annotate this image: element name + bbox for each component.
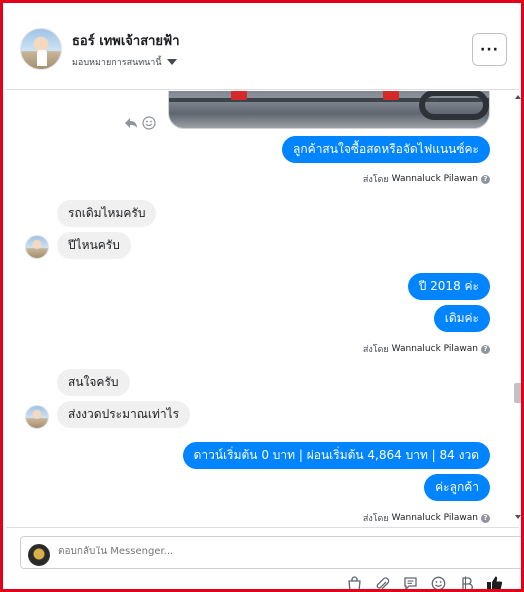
sender-name[interactable]: Wannaluck Pilawan [392, 174, 478, 184]
more-options-button[interactable]: ··· [472, 33, 507, 66]
more-icon: ··· [480, 41, 499, 58]
message-incoming[interactable]: สนใจครับ [57, 369, 130, 396]
shopping-bag-icon[interactable] [345, 574, 364, 589]
emoji-icon[interactable] [429, 574, 448, 589]
saved-reply-icon[interactable] [401, 574, 420, 589]
reply-input[interactable] [58, 546, 358, 557]
message-incoming[interactable]: ส่งงวดประมาณเท่าไร [57, 401, 191, 428]
page-avatar[interactable] [20, 28, 62, 70]
sender-name[interactable]: Wannaluck Pilawan [392, 513, 478, 523]
message-actions [124, 116, 156, 130]
like-icon[interactable] [485, 574, 504, 589]
sent-by-label: ส่งโดย Wannaluck Pilawan ? [363, 172, 490, 186]
smile-icon[interactable] [142, 116, 156, 130]
customer-avatar[interactable] [25, 405, 49, 429]
help-icon[interactable]: ? [481, 174, 490, 184]
message-outgoing[interactable]: ดาวน์เริ่มต้น 0 บาท | ผ่อนเริ่มต้น 4,864… [182, 442, 490, 469]
car-engine-photo[interactable] [168, 91, 490, 129]
page-name[interactable]: ธอร์ เทพเจ้าสายฟ้า [72, 30, 180, 51]
sender-name[interactable]: Wannaluck Pilawan [392, 344, 478, 354]
sent-by-label: ส่งโดย Wannaluck Pilawan ? [363, 342, 490, 356]
message-thread[interactable]: ลูกค้าสนใจซื้อสดหรือจัดไฟแนนซ์คะ ส่งโดย … [6, 91, 513, 527]
message-outgoing[interactable]: ปี 2018 ค่ะ [407, 273, 490, 300]
caret-down-icon [166, 59, 177, 65]
message-outgoing[interactable]: ลูกค้าสนใจซื้อสดหรือจัดไฟแนนซ์คะ [282, 136, 490, 163]
assign-conversation-dropdown[interactable]: มอบหมายการสนทนานี้ [72, 55, 177, 69]
thread-scrollbar[interactable] [513, 91, 521, 527]
help-icon[interactable]: ? [481, 513, 490, 523]
message-outgoing[interactable]: ค่ะลูกค้า [424, 474, 490, 501]
message-outgoing[interactable]: เดิมค่ะ [433, 305, 490, 332]
assign-label: มอบหมายการสนทนานี้ [72, 58, 162, 68]
attachment-icon[interactable] [373, 574, 392, 589]
conversation-header: ธอร์ เทพเจ้าสายฟ้า มอบหมายการสนทนานี้ ··… [6, 6, 519, 90]
reply-icon[interactable] [124, 116, 138, 130]
message-incoming[interactable]: ปีไหนครับ [57, 232, 131, 259]
composer-toolbar [345, 574, 504, 589]
reply-composer [6, 527, 521, 589]
scroll-up-icon[interactable] [515, 95, 521, 99]
scroll-thumb[interactable] [514, 383, 521, 403]
sent-by-label: ส่งโดย Wannaluck Pilawan ? [363, 511, 490, 525]
page-logo-icon [28, 544, 50, 566]
message-incoming[interactable]: รถเดิมไหมครับ [57, 200, 157, 227]
messenger-window: ธอร์ เทพเจ้าสายฟ้า มอบหมายการสนทนานี้ ··… [0, 0, 524, 592]
help-icon[interactable]: ? [481, 344, 490, 354]
payment-icon[interactable] [457, 574, 476, 589]
customer-avatar[interactable] [25, 235, 49, 259]
scroll-down-icon[interactable] [515, 515, 521, 519]
